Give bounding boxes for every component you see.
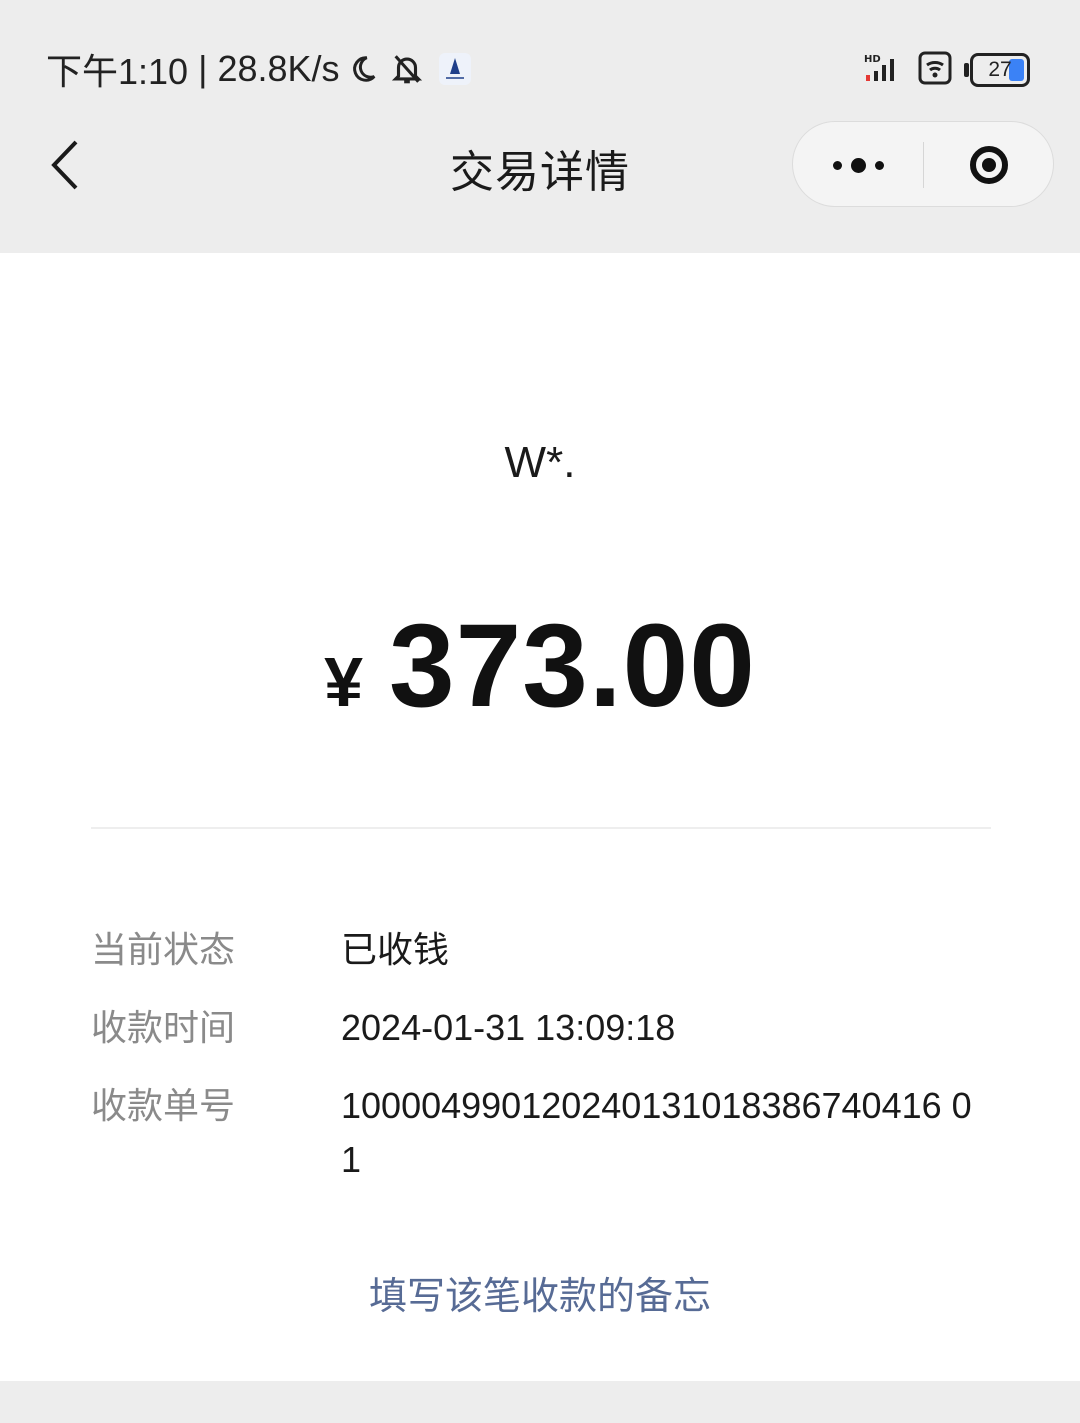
hd-signal-icon: HD	[864, 51, 904, 90]
status-time: 下午1:10	[46, 51, 189, 92]
battery-level: 27	[988, 58, 1012, 81]
payer-name: W*.	[504, 438, 576, 487]
amount-value: 373.00	[389, 600, 756, 732]
wifi-icon	[918, 51, 952, 90]
detail-value: 已收钱	[341, 929, 450, 970]
nav-bar: 交易详情	[0, 120, 1080, 253]
app-notification-icon	[438, 52, 472, 86]
status-separator: |	[198, 48, 208, 89]
amount-display: ¥ 373.00	[0, 598, 1080, 734]
network-speed: 28.8K/s	[217, 48, 340, 89]
status-bar-left: 下午1:10 | 28.8K/s	[46, 46, 472, 92]
status-bar-right: HD 27	[864, 48, 1030, 92]
details-list: 当前状态 已收钱 收款时间 2024-01-31 13:09:18 收款单号 1…	[91, 923, 991, 1187]
moon-icon	[348, 54, 378, 84]
detail-row-time: 收款时间 2024-01-31 13:09:18	[91, 1001, 991, 1055]
detail-value: 2024-01-31 13:09:18	[341, 1007, 676, 1048]
currency-symbol: ¥	[324, 643, 363, 721]
detail-label: 当前状态	[91, 929, 236, 970]
bottom-background	[0, 1381, 1080, 1423]
detail-label: 收款单号	[91, 1085, 236, 1126]
svg-text:HD: HD	[864, 54, 881, 65]
target-close-icon	[970, 146, 1008, 184]
status-bar: 下午1:10 | 28.8K/s HD 27	[0, 0, 1080, 120]
detail-row-status: 当前状态 已收钱	[91, 923, 991, 977]
divider	[91, 827, 991, 829]
battery-icon: 27	[964, 53, 1030, 87]
close-button[interactable]	[924, 122, 1054, 208]
transaction-card: W*. ¥ 373.00 当前状态 已收钱 收款时间 2024-01-31 13…	[0, 253, 1080, 1381]
detail-label: 收款时间	[91, 1007, 236, 1048]
more-button[interactable]	[793, 122, 923, 208]
mini-program-capsule	[792, 121, 1054, 207]
bell-off-icon	[390, 52, 424, 86]
detail-value: 100004990120240131018386740416 01	[341, 1085, 972, 1180]
memo-link[interactable]: 填写该笔收款的备忘	[0, 1265, 1080, 1320]
more-dots-icon	[832, 157, 884, 173]
detail-row-order-number: 收款单号 100004990120240131018386740416 01	[91, 1079, 991, 1187]
